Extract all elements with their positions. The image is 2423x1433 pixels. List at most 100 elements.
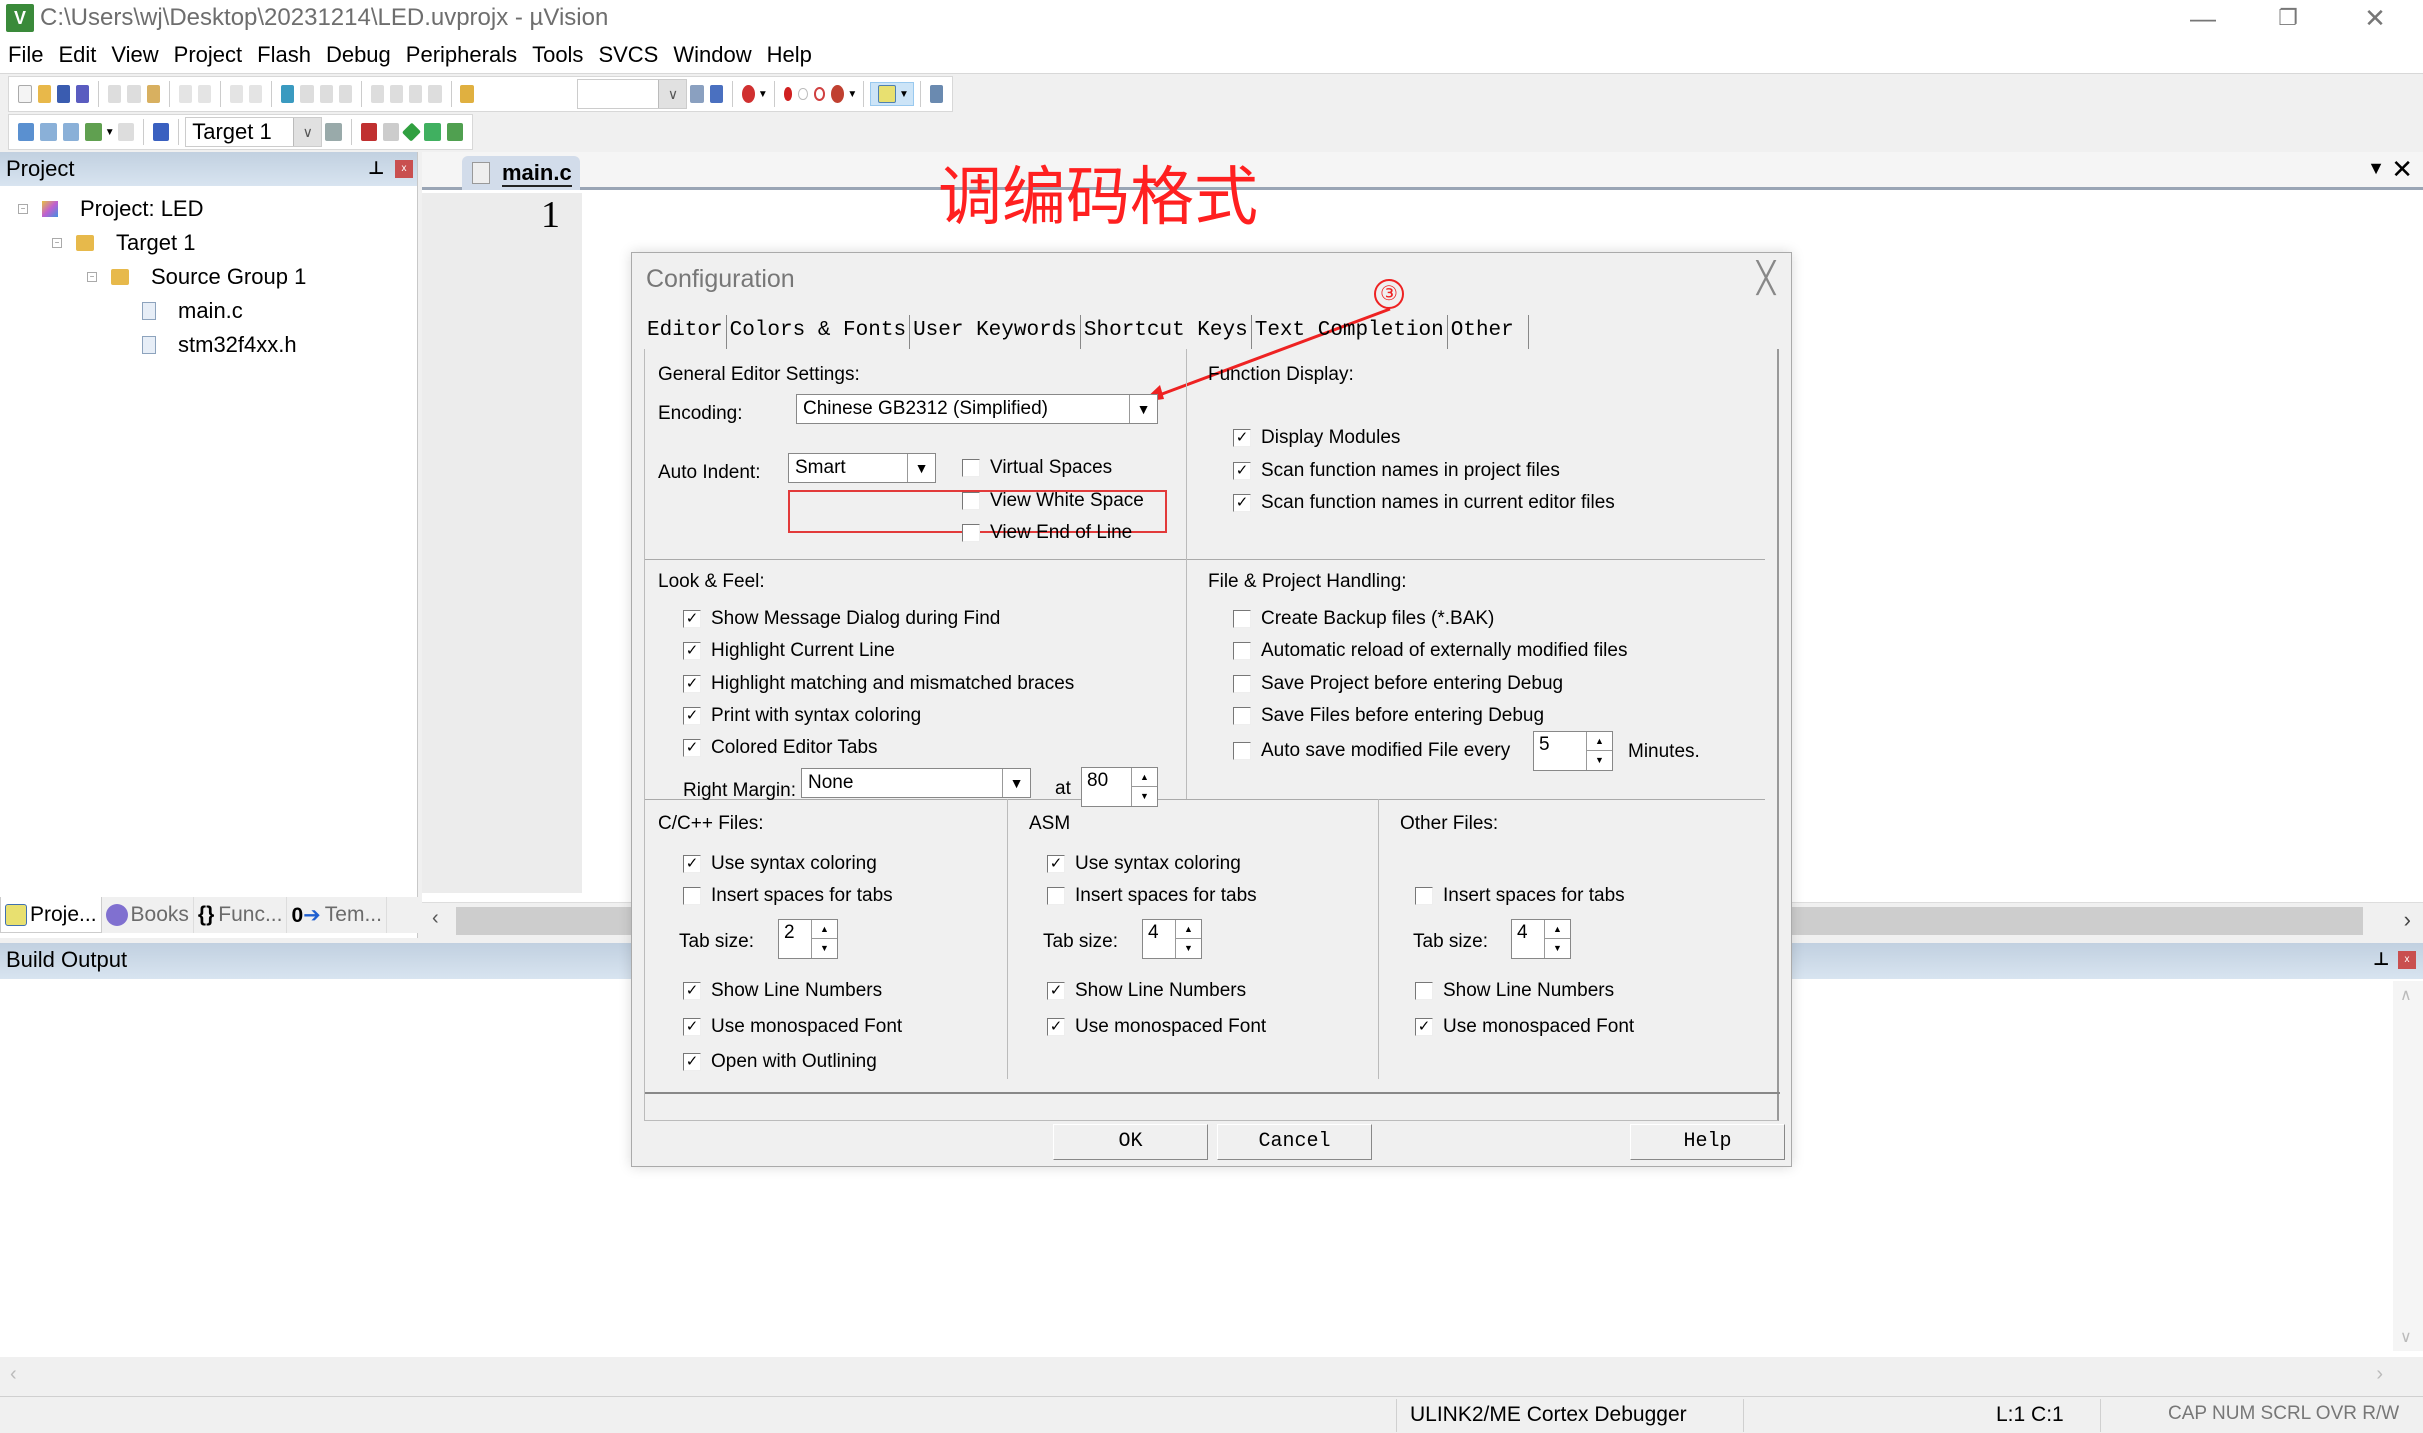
checkbox-box[interactable] [962, 492, 980, 510]
dropdown-arrow-icon[interactable]: ▼ [758, 89, 768, 100]
auto-save-checkbox[interactable]: Auto save modified File every [1233, 740, 1510, 762]
tree-item-source-group[interactable]: − Source Group 1 [87, 264, 306, 290]
other-tab-size-spinner[interactable]: 4 ▲ ▼ [1511, 919, 1571, 959]
checkbox-box[interactable]: ✓ [683, 982, 701, 1000]
tree-item-project[interactable]: − Project: LED [18, 196, 204, 222]
kill-breakpoints-icon[interactable] [831, 85, 845, 103]
find-in-files-icon[interactable] [460, 85, 474, 103]
cancel-button[interactable]: Cancel [1217, 1124, 1372, 1160]
spin-down-icon[interactable]: ▼ [1176, 939, 1201, 958]
checkbox-box[interactable] [1233, 707, 1251, 725]
dropdown-arrow-icon[interactable]: ▼ [1129, 395, 1157, 423]
other-monospaced-checkbox[interactable]: ✓ Use monospaced Font [1415, 1016, 1634, 1038]
checkbox-box[interactable] [1415, 982, 1433, 1000]
dropdown-arrow-icon[interactable]: ▼ [847, 89, 857, 100]
tab-colors-fonts[interactable]: Colors & Fonts [727, 315, 911, 349]
show-message-dialog-checkbox[interactable]: ✓ Show Message Dialog during Find [683, 608, 1000, 630]
clear-bookmarks-icon[interactable] [338, 85, 352, 103]
close-panel-icon[interactable]: x [395, 160, 413, 178]
unindent-icon[interactable] [389, 85, 404, 103]
tab-functions[interactable]: {} Func... [194, 897, 288, 933]
tree-item-file[interactable]: main.c [142, 298, 243, 324]
scroll-up-icon[interactable]: ∧ [2400, 985, 2412, 1005]
print-syntax-coloring-checkbox[interactable]: ✓ Print with syntax coloring [683, 705, 921, 727]
spin-down-icon[interactable]: ▼ [1545, 939, 1570, 958]
target-select[interactable]: Target 1 ∨ [185, 117, 323, 147]
checkbox-box[interactable]: ✓ [1233, 462, 1251, 480]
pin-icon[interactable]: ⊥ [368, 158, 384, 179]
view-white-space-checkbox[interactable]: View White Space [962, 490, 1144, 512]
collapse-icon[interactable]: − [87, 272, 97, 282]
menu-window[interactable]: Window [665, 38, 758, 74]
asm-monospaced-checkbox[interactable]: ✓ Use monospaced Font [1047, 1016, 1266, 1038]
new-file-icon[interactable] [18, 85, 32, 103]
nav-forward-icon[interactable] [249, 85, 263, 103]
bookmark-icon[interactable] [281, 85, 295, 103]
checkbox-box[interactable]: ✓ [683, 675, 701, 693]
checkbox-box[interactable]: ✓ [683, 739, 701, 757]
checkbox-box[interactable]: ✓ [683, 707, 701, 725]
select-packs-icon[interactable] [446, 123, 464, 141]
close-button[interactable]: ✕ [2335, 0, 2415, 38]
scan-project-files-checkbox[interactable]: ✓ Scan function names in project files [1233, 460, 1560, 482]
asm-tab-size-spinner[interactable]: 4 ▲ ▼ [1142, 919, 1202, 959]
build-icon[interactable] [40, 123, 57, 141]
checkbox-box[interactable]: ✓ [1047, 855, 1065, 873]
spin-up-icon[interactable]: ▲ [1545, 920, 1570, 939]
indent-icon[interactable] [370, 85, 384, 103]
build-output-vertical-scrollbar[interactable]: ∧ ∨ [2393, 981, 2423, 1351]
checkbox-box[interactable] [1415, 887, 1433, 905]
cpp-tab-size-spinner[interactable]: 2 ▲ ▼ [778, 919, 838, 959]
checkbox-box[interactable]: ✓ [683, 1053, 701, 1071]
checkbox-box[interactable] [1047, 887, 1065, 905]
debug-session-icon[interactable] [741, 85, 755, 103]
checkbox-box[interactable]: ✓ [683, 642, 701, 660]
menu-flash[interactable]: Flash [249, 38, 318, 74]
help-button[interactable]: Help [1630, 1124, 1785, 1160]
checkbox-box[interactable]: ✓ [683, 1018, 701, 1036]
highlight-braces-checkbox[interactable]: ✓ Highlight matching and mismatched brace… [683, 673, 1074, 695]
save-icon[interactable] [57, 85, 71, 103]
restore-button[interactable]: ❐ [2248, 0, 2328, 38]
tab-text-completion[interactable]: Text Completion [1252, 315, 1448, 349]
stop-build-icon[interactable] [117, 123, 135, 141]
next-bookmark-icon[interactable] [319, 85, 333, 103]
virtual-spaces-checkbox[interactable]: Virtual Spaces [962, 457, 1112, 479]
ok-button[interactable]: OK [1053, 1124, 1208, 1160]
dropdown-arrow-icon[interactable]: ▼ [105, 127, 115, 138]
dialog-close-button[interactable]: ╳ [1757, 261, 1775, 296]
display-modules-checkbox[interactable]: ✓ Display Modules [1233, 427, 1400, 449]
menu-file[interactable]: File [0, 38, 50, 74]
tab-project[interactable]: Proje... [0, 897, 102, 933]
copy-icon[interactable] [127, 85, 141, 103]
chevron-down-icon[interactable]: ∨ [658, 80, 687, 108]
tab-other[interactable]: Other [1448, 315, 1529, 349]
scroll-down-icon[interactable]: ∨ [2400, 1327, 2412, 1347]
spin-down-icon[interactable]: ▼ [1587, 751, 1612, 770]
checkbox-box[interactable]: ✓ [1233, 494, 1251, 512]
tab-books[interactable]: Books [102, 897, 194, 933]
paste-icon[interactable] [146, 85, 160, 103]
checkbox-box[interactable]: ✓ [1415, 1018, 1433, 1036]
target-options-icon[interactable] [325, 123, 342, 141]
scan-editor-files-checkbox[interactable]: ✓ Scan function names in current editor f… [1233, 492, 1615, 514]
run-time-env-icon[interactable] [402, 122, 422, 142]
asm-insert-spaces-checkbox[interactable]: Insert spaces for tabs [1047, 885, 1257, 907]
cpp-monospaced-checkbox[interactable]: ✓ Use monospaced Font [683, 1016, 902, 1038]
prev-bookmark-icon[interactable] [300, 85, 314, 103]
checkbox-box[interactable]: ✓ [683, 610, 701, 628]
cpp-syntax-coloring-checkbox[interactable]: ✓ Use syntax coloring [683, 853, 877, 875]
find-combo[interactable]: ∨ [576, 79, 688, 109]
menu-debug[interactable]: Debug [318, 38, 398, 74]
spin-down-icon[interactable]: ▼ [812, 939, 837, 958]
checkbox-box[interactable] [962, 459, 980, 477]
checkbox-box[interactable] [1233, 610, 1251, 628]
menu-tools[interactable]: Tools [524, 38, 590, 74]
configure-wrench-icon[interactable] [929, 85, 943, 103]
nav-back-icon[interactable] [229, 85, 244, 103]
spin-up-icon[interactable]: ▲ [1176, 920, 1201, 939]
disable-all-breakpoints-icon[interactable] [813, 87, 826, 101]
find-icon[interactable] [690, 85, 704, 103]
tab-list-dropdown-icon[interactable]: ▼ [2367, 158, 2385, 179]
right-margin-spinner[interactable]: 80 ▲ ▼ [1081, 767, 1158, 807]
